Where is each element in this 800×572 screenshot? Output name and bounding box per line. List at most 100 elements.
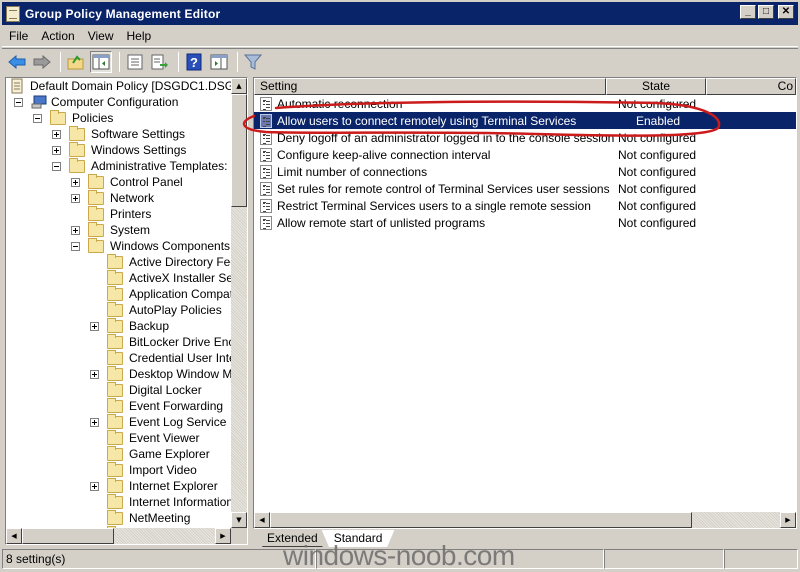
folder-icon [88,221,104,237]
tree-node[interactable]: Digital Locker [90,381,202,398]
tree-node[interactable]: Event Log Service [90,413,227,430]
menu-help[interactable]: Help [121,29,158,43]
expand-plus-icon[interactable] [90,321,99,331]
tree-node[interactable]: Credential User Interfa [90,349,231,366]
tree-node[interactable]: System [71,221,150,238]
computer-icon [31,95,47,109]
policy-setting-icon [260,164,272,179]
expand-plus-icon[interactable] [52,129,61,139]
setting-row[interactable]: Restrict Terminal Services users to a si… [254,197,796,214]
expand-plus-icon[interactable] [90,481,99,491]
scroll-right-button[interactable]: ▶ [780,512,796,528]
show-hide-action-pane-button[interactable] [208,51,230,73]
tree-node[interactable]: Policies [33,109,113,126]
show-hide-console-tree-button[interactable] [90,50,112,73]
scroll-left-button[interactable]: ◀ [6,528,22,544]
scroll-right-button[interactable]: ▶ [215,528,231,544]
setting-row[interactable]: Deny logoff of an administrator logged i… [254,129,796,146]
help-button[interactable]: ? [183,51,205,73]
setting-row[interactable]: Allow users to connect remotely using Te… [254,112,796,129]
maximize-button[interactable]: □ [758,5,774,19]
tree-node[interactable]: Computer Configuration [14,94,178,110]
setting-row[interactable]: Allow remote start of unlisted programs N… [254,214,796,231]
export-list-button[interactable] [149,51,171,73]
tree-node[interactable]: Application Compatibili [90,285,231,302]
scroll-left-button[interactable]: ◀ [254,512,270,528]
tree-vertical-scrollbar[interactable]: ▲ ▼ [231,78,247,528]
help-icon: ? [186,53,202,70]
minimize-icon: _ [745,6,751,17]
setting-row[interactable]: Limit number of connections Not configure… [254,163,796,180]
menu-view[interactable]: View [82,29,120,43]
collapse-minus-icon[interactable] [14,97,23,107]
tree-node-label: BitLocker Drive Encryp [129,335,231,349]
tree-node[interactable]: Import Video [90,461,197,478]
tree-horizontal-scrollbar[interactable]: ◀ ▶ [6,528,231,544]
collapse-minus-icon[interactable] [33,113,42,123]
tree-root-gpo[interactable]: Default Domain Policy [DSGDC1.DSGdomai [10,78,231,94]
tree-node[interactable]: Event Forwarding [90,397,223,414]
tree-node[interactable]: Software Settings [52,125,185,142]
tree-node[interactable]: Network [71,189,154,206]
setting-name: Allow users to connect remotely using Te… [277,113,577,128]
tree-node[interactable]: BitLocker Drive Encryp [90,333,231,350]
tree-node-label: Desktop Window Mana [129,367,231,381]
list-hscroll-thumb[interactable] [270,512,692,528]
tree-node[interactable]: Windows Settings [52,141,186,158]
minimize-button[interactable]: _ [740,5,756,19]
tree-node[interactable]: Game Explorer [90,445,210,462]
console-tree-icon [92,54,110,69]
tree-node[interactable]: AutoPlay Policies [90,301,222,318]
setting-state: Not configured [618,215,697,230]
collapse-minus-icon[interactable] [71,241,80,251]
collapse-minus-icon[interactable] [52,161,61,171]
filter-button[interactable] [242,51,264,73]
expand-plus-icon[interactable] [71,225,80,235]
policy-setting-icon [260,130,272,145]
tree-node-label: Computer Configuration [51,95,179,109]
tree-node[interactable]: Administrative Templates: Polic [52,157,231,174]
tree-node[interactable]: Backup [90,317,169,334]
tree-node[interactable]: Windows Components [71,237,230,254]
policy-setting-icon [260,113,272,128]
close-button[interactable]: ✕ [778,5,794,19]
tree-node-label: Event Log Service [129,415,227,429]
tree-node[interactable]: Control Panel [71,173,183,190]
back-button[interactable] [6,51,28,73]
setting-name-cell: Automatic reconnection [260,96,402,111]
properties-button[interactable] [124,51,146,73]
tree-node[interactable]: NetMeeting [90,509,190,526]
menu-action[interactable]: Action [35,29,80,43]
column-header-setting[interactable]: Setting [254,78,606,95]
setting-row[interactable]: Automatic reconnection Not configured [254,95,796,112]
column-header-state[interactable]: State [606,78,706,95]
scroll-up-button[interactable]: ▲ [231,78,247,94]
column-header-comment[interactable]: Co [706,78,796,95]
tree-node[interactable]: Event Viewer [90,429,199,446]
tree-node-label: Administrative Templates: Polic [91,159,231,173]
tree-hscroll-thumb[interactable] [22,528,114,544]
expand-plus-icon[interactable] [90,417,99,427]
folder-icon [88,237,104,253]
forward-button[interactable] [31,51,53,73]
expand-plus-icon[interactable] [71,193,80,203]
tree-vscroll-thumb[interactable] [231,94,247,207]
tree-node[interactable]: Internet Information S [90,493,231,510]
setting-row[interactable]: Configure keep-alive connection interval… [254,146,796,163]
folder-icon [107,493,123,509]
expand-plus-icon[interactable] [52,145,61,155]
up-one-level-button[interactable] [65,51,87,73]
tree-node[interactable]: Active Directory Feder [90,253,231,270]
scroll-down-button[interactable]: ▼ [231,512,247,528]
tree-node[interactable]: Desktop Window Mana [90,365,231,382]
tree-node[interactable]: Internet Explorer [90,477,218,494]
setting-row[interactable]: Set rules for remote control of Terminal… [254,180,796,197]
list-horizontal-scrollbar[interactable]: ◀ ▶ [254,512,796,528]
tree-node[interactable]: ActiveX Installer Servic [90,269,231,286]
tree-node[interactable]: Printers [71,205,151,222]
tree-node-label: ActiveX Installer Servic [129,271,231,285]
expand-plus-icon[interactable] [71,177,80,187]
menu-file[interactable]: File [3,29,34,43]
expand-plus-icon[interactable] [90,369,99,379]
setting-name-cell: Allow remote start of unlisted programs [260,215,485,230]
